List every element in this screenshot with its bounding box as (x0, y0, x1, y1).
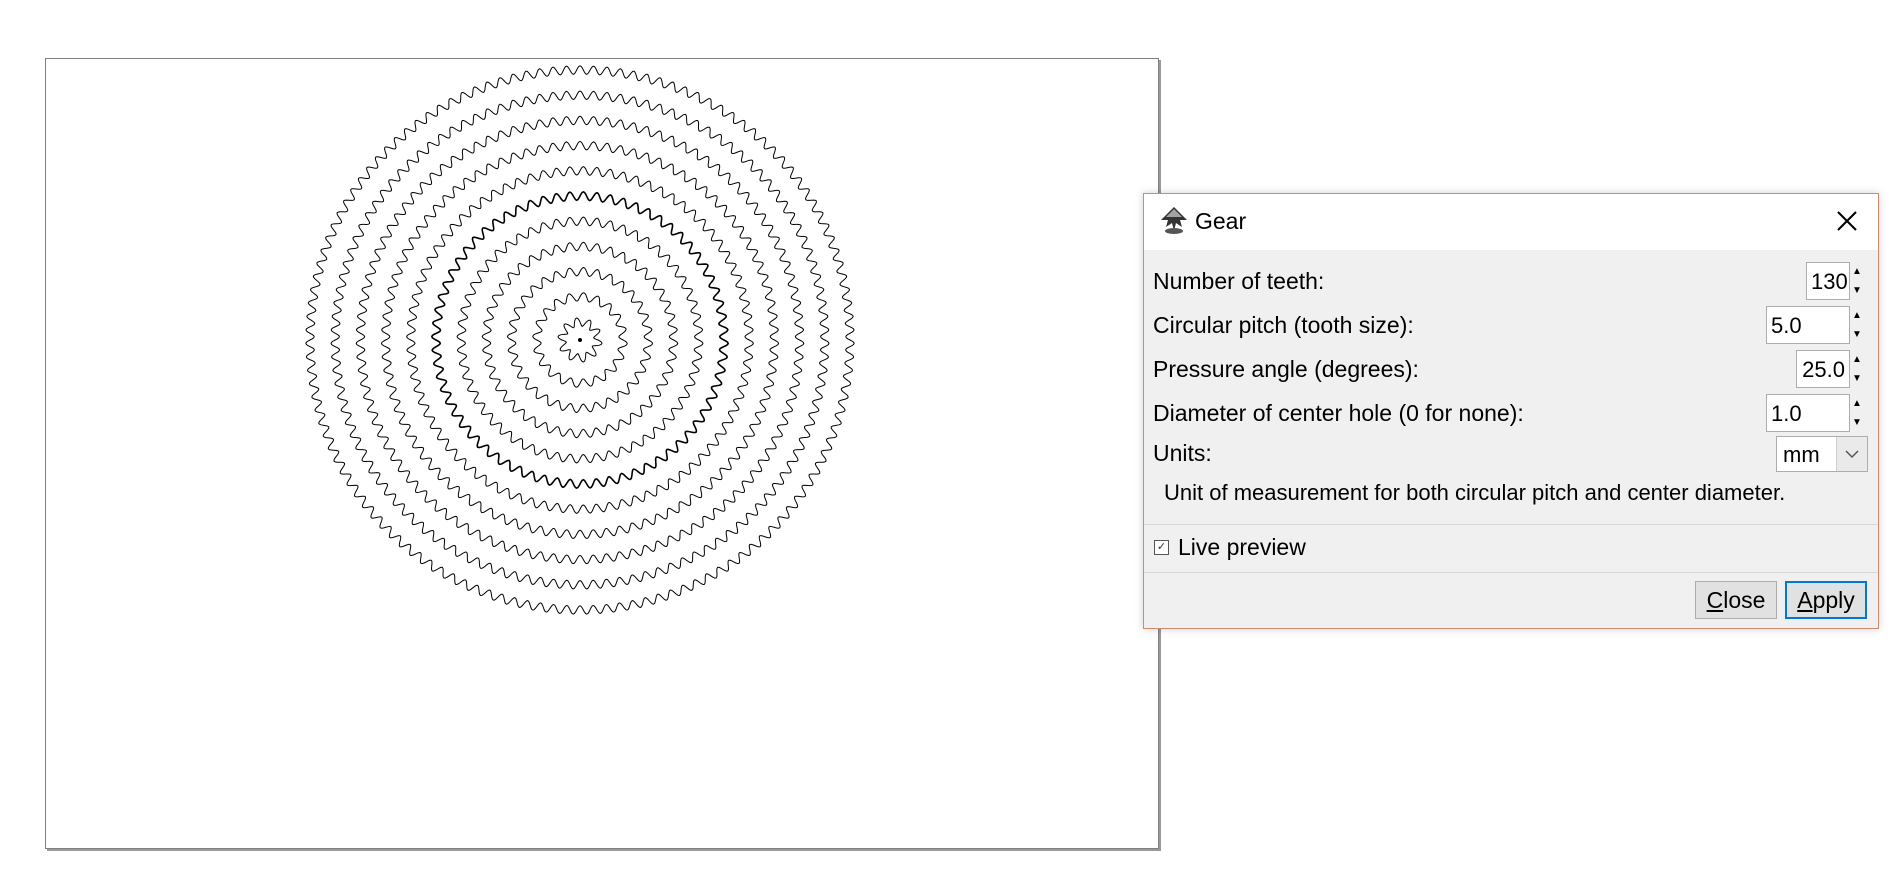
inkscape-window: Gear Number of teeth: 130 ▲ ▼ Circular p… (0, 0, 1894, 879)
canvas-page[interactable] (45, 58, 1159, 849)
spin-down-icon[interactable]: ▼ (1851, 327, 1863, 343)
live-preview-label: Live preview (1178, 534, 1306, 560)
live-preview-toggle[interactable]: ✓ Live preview (1154, 534, 1354, 564)
gear-drawing[interactable] (46, 59, 1160, 850)
spin-arrows: ▲ ▼ (1851, 351, 1863, 389)
live-preview-checkbox[interactable]: ✓ (1154, 540, 1169, 555)
field-label: Units: (1153, 440, 1212, 466)
chevron-down-icon (1845, 450, 1859, 459)
field-value: 5.0 (1771, 313, 1802, 338)
field-circular-pitch: Circular pitch (tooth size): 5.0 ▲ ▼ (1144, 304, 1878, 344)
spin-arrows: ▲ ▼ (1851, 307, 1863, 345)
field-label: Circular pitch (tooth size): (1153, 312, 1414, 338)
pressure-angle-input[interactable]: 25.0 ▲ ▼ (1796, 350, 1862, 388)
gear-dialog: Gear Number of teeth: 130 ▲ ▼ Circular p… (1143, 193, 1879, 629)
field-units: Units: mm (1144, 434, 1878, 474)
field-value: 25.0 (1802, 357, 1845, 382)
spin-down-icon[interactable]: ▼ (1851, 283, 1863, 299)
close-mnemonic: C (1706, 587, 1724, 613)
field-center-hole-diameter: Diameter of center hole (0 for none): 1.… (1144, 392, 1878, 432)
apply-button[interactable]: Apply (1785, 581, 1867, 619)
field-value: 1.0 (1771, 401, 1802, 426)
close-button[interactable]: Close (1695, 581, 1777, 619)
field-label: Number of teeth: (1153, 268, 1325, 294)
spin-down-icon[interactable]: ▼ (1851, 415, 1863, 431)
inkscape-logo-icon (1161, 207, 1187, 234)
gear-center-hole (578, 338, 582, 342)
spin-up-icon[interactable]: ▲ (1851, 308, 1863, 324)
units-dropdown[interactable]: mm (1776, 436, 1868, 472)
spin-up-icon[interactable]: ▲ (1851, 352, 1863, 368)
field-value: 130 (1811, 269, 1848, 294)
spin-up-icon[interactable]: ▲ (1851, 396, 1863, 412)
close-icon[interactable] (1832, 206, 1862, 236)
spin-down-icon[interactable]: ▼ (1851, 371, 1863, 387)
spin-up-icon[interactable]: ▲ (1851, 264, 1863, 280)
field-number-of-teeth: Number of teeth: 130 ▲ ▼ (1144, 260, 1878, 300)
apply-mnemonic: A (1797, 587, 1813, 613)
spin-arrows: ▲ ▼ (1851, 395, 1863, 433)
circular-pitch-input[interactable]: 5.0 ▲ ▼ (1766, 306, 1862, 344)
dropdown-button[interactable] (1836, 437, 1867, 471)
separator (1144, 524, 1878, 525)
field-pressure-angle: Pressure angle (degrees): 25.0 ▲ ▼ (1144, 348, 1878, 388)
field-label: Pressure angle (degrees): (1153, 356, 1419, 382)
number-of-teeth-input[interactable]: 130 ▲ ▼ (1806, 262, 1862, 300)
dialog-title: Gear (1195, 208, 1247, 234)
dialog-titlebar[interactable]: Gear (1144, 194, 1878, 250)
units-selected-value: mm (1783, 442, 1820, 467)
close-label: lose (1723, 587, 1766, 613)
field-label: Diameter of center hole (0 for none): (1153, 400, 1524, 426)
separator (1144, 572, 1878, 573)
center-hole-diameter-input[interactable]: 1.0 ▲ ▼ (1766, 394, 1862, 432)
spin-arrows: ▲ ▼ (1851, 263, 1863, 301)
apply-label: pply (1812, 587, 1855, 613)
units-hint-text: Unit of measurement for both circular pi… (1164, 480, 1786, 505)
